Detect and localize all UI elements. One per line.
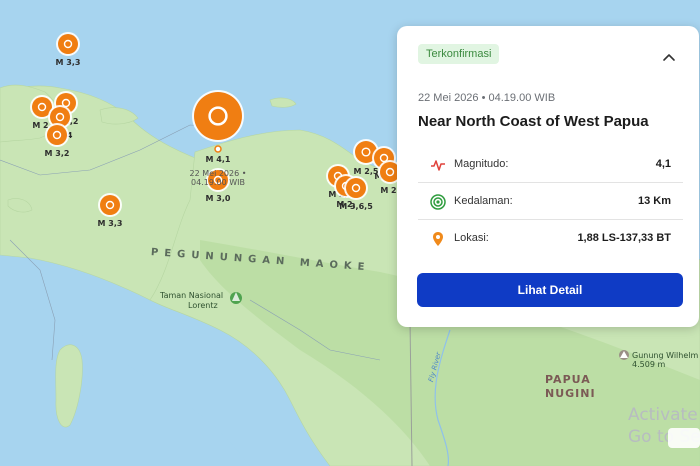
marker-magnitude-label: M 3,3 <box>56 58 81 67</box>
watermark-line1: Activate <box>628 405 698 425</box>
marker-magnitude-label: M 3,0 <box>206 194 231 203</box>
depth-value: 13 Km <box>637 195 671 207</box>
location-pin-icon <box>433 232 443 246</box>
depth-label: Kedalaman: <box>454 195 513 207</box>
location-value: 1,88 LS-137,33 BT <box>577 232 671 244</box>
park-label-line2: Lorentz <box>188 301 218 310</box>
country-label-line2: NUGINI <box>545 387 596 400</box>
info-row-magnitude: Magnitudo: 4,1 <box>418 147 683 183</box>
magnitude-label: Magnitudo: <box>454 158 509 170</box>
info-row-location: Lokasi: 1,88 LS-137,33 BT <box>418 221 683 257</box>
park-label-line1: Taman Nasional <box>159 291 223 300</box>
earthquake-marker[interactable]: M 3,3 <box>98 193 123 228</box>
event-location-title: Near North Coast of West Papua <box>418 113 649 130</box>
status-badge: Terkonfirmasi <box>418 44 500 64</box>
event-datetime: 22 Mei 2026 • 04.19.00 WIB <box>418 92 556 104</box>
earthquake-detail-card: Terkonfirmasi 22 Mei 2026 • 04.19.00 WIB… <box>397 26 699 327</box>
marker-magnitude-label: M 4,1 <box>206 155 231 164</box>
target-icon <box>430 194 446 210</box>
chevron-up-icon[interactable] <box>661 50 677 66</box>
selected-time-line1: 22 Mei 2026 • <box>190 169 247 178</box>
map-scale-button[interactable] <box>668 428 700 448</box>
peak-height-label: 4.509 m <box>632 360 665 369</box>
selected-time-line2: 04.19.00 WIB <box>191 178 245 187</box>
marker-magnitude-label: M 3,2 <box>45 149 70 158</box>
peak-name-label: Gunung Wilhelm <box>632 351 698 360</box>
marker-magnitude-label: M 3,3 <box>98 219 123 228</box>
magnitude-value: 4,1 <box>655 158 671 170</box>
view-detail-button[interactable]: Lihat Detail <box>417 273 683 307</box>
location-label: Lokasi: <box>454 232 489 244</box>
info-row-depth: Kedalaman: 13 Km <box>418 184 683 220</box>
pulse-icon <box>431 160 445 171</box>
mountain-peak-icon <box>619 350 629 360</box>
earthquake-marker[interactable]: M 3,2 <box>45 123 70 158</box>
earthquake-marker[interactable]: M 3,3 <box>56 32 81 67</box>
country-label-line1: PAPUA <box>545 373 591 386</box>
marker-magnitude-label: M 3,6,5 <box>339 202 373 211</box>
park-icon <box>230 292 242 304</box>
